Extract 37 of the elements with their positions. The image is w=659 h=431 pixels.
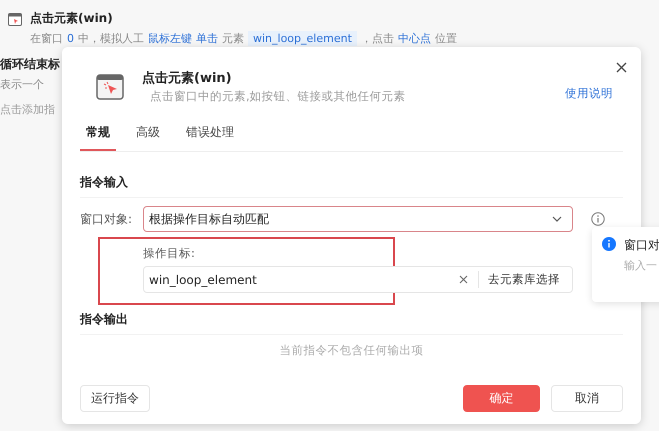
close-icon[interactable] — [614, 60, 629, 75]
instruction-title: 点击元素(win) — [30, 10, 114, 27]
tab[interactable]: 错误处理 — [180, 118, 240, 151]
description-text: 表示一个 — [0, 77, 44, 92]
clear-icon[interactable] — [459, 275, 468, 284]
instruction-title: 循环结束标 — [0, 56, 60, 73]
info-icon — [602, 237, 616, 251]
popover-text: 输入一 — [624, 258, 658, 273]
help-link[interactable]: 使用说明 — [565, 86, 613, 101]
description-text: 单击 — [196, 31, 218, 46]
description-text: ，点击 — [360, 31, 394, 46]
window-click-icon — [96, 74, 124, 100]
description-text: 0 — [67, 32, 74, 45]
info-icon[interactable] — [591, 212, 605, 226]
dialog-title: 点击元素(win) — [142, 70, 233, 87]
run-button[interactable]: 运行指令 — [80, 385, 150, 412]
section-heading: 指令输出 — [80, 311, 623, 335]
description-text: 鼠标左键 — [148, 31, 192, 46]
description-text: 中，模拟人工 — [78, 31, 144, 46]
section-heading: 指令输入 — [80, 174, 623, 198]
description-text: 在窗口 — [30, 31, 63, 46]
cancel-button[interactable]: 取消 — [551, 385, 623, 412]
empty-output-text: 当前指令不包含任何输出项 — [280, 343, 424, 358]
target-input[interactable]: win_loop_element 去元素库选择 — [143, 266, 573, 293]
field-label: 窗口对象: — [80, 210, 134, 228]
window-select[interactable]: 根据操作目标自动匹配 — [143, 206, 573, 232]
description-text: 中心点 — [398, 31, 431, 46]
dialog-subtitle: 点击窗口中的元素,如按钮、链接或其他任何元素 — [149, 89, 407, 104]
tab[interactable]: 常规 — [80, 118, 116, 151]
chevron-down-icon — [552, 216, 562, 222]
window-icon — [8, 13, 22, 26]
library-select-button[interactable]: 去元素库选择 — [478, 271, 572, 288]
element-tag: win_loop_element — [248, 31, 357, 46]
description-text: 元素 — [222, 31, 244, 46]
field-label: 操作目标: — [143, 246, 196, 261]
tab[interactable]: 高级 — [130, 118, 166, 151]
description-text: 位置 — [434, 31, 457, 46]
